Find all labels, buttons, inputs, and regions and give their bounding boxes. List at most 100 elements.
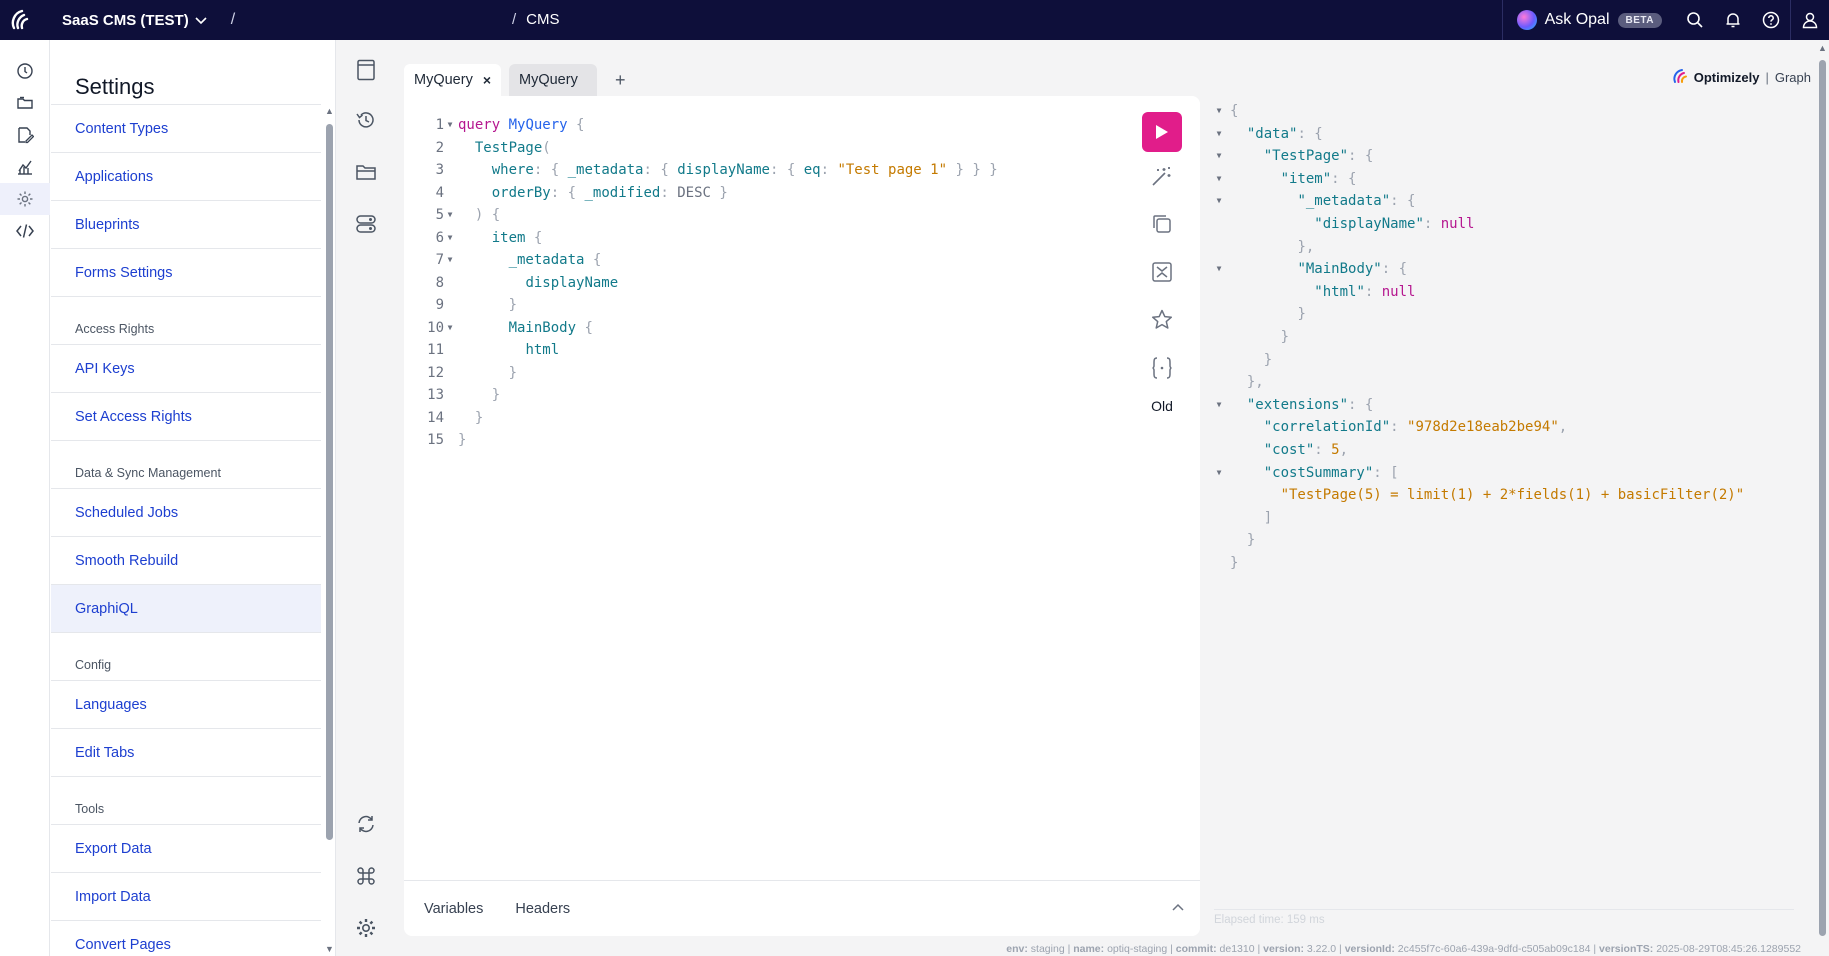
storage-toggle-icon[interactable] <box>352 210 380 238</box>
old-toggle[interactable]: Old <box>1138 398 1186 414</box>
fold-arrow-icon[interactable]: ▼ <box>444 204 456 227</box>
settings-item-graphiql[interactable]: GraphiQL <box>51 584 321 632</box>
settings-item-forms-settings[interactable]: Forms Settings <box>51 248 321 296</box>
fold-arrow-icon <box>444 137 456 160</box>
settings-nav: Content Types Applications Blueprints Forms… <box>51 104 321 956</box>
page-scrollbar[interactable]: ▲ <box>1815 40 1829 956</box>
fold-arrow-icon[interactable]: ▼ <box>1208 394 1230 417</box>
variables-brackets-icon[interactable] <box>1138 344 1186 392</box>
favorite-star-icon[interactable] <box>1138 296 1186 344</box>
collections-folder-icon[interactable] <box>352 158 380 186</box>
shortcuts-command-icon[interactable] <box>352 862 380 890</box>
close-tab-icon[interactable]: × <box>483 72 491 88</box>
fold-arrow-icon <box>1208 439 1230 462</box>
help-icon[interactable] <box>1752 0 1790 40</box>
scroll-thumb[interactable] <box>1819 60 1826 936</box>
settings-item-content-types[interactable]: Content Types <box>51 104 321 152</box>
settings-item-convert-pages[interactable]: Convert Pages <box>51 920 321 956</box>
history-icon[interactable] <box>352 106 380 134</box>
code-text: item { <box>491 229 543 246</box>
refetch-schema-icon[interactable] <box>352 810 380 838</box>
scroll-up-icon[interactable]: ▲ <box>1818 43 1827 53</box>
editor-toolbar: Old <box>1138 112 1186 414</box>
fold-arrow-icon[interactable]: ▼ <box>1208 462 1230 485</box>
fold-arrow-icon <box>1208 416 1230 439</box>
fold-arrow-icon[interactable]: ▼ <box>444 317 456 340</box>
headers-tab[interactable]: Headers <box>515 901 570 917</box>
env-label: env: <box>1006 943 1028 955</box>
fold-arrow-icon[interactable]: ▼ <box>444 227 456 250</box>
scroll-down-icon[interactable]: ▼ <box>325 944 334 954</box>
scroll-thumb[interactable] <box>326 124 333 840</box>
settings-gear-icon[interactable] <box>0 183 50 215</box>
query-code[interactable]: 1 ▼ query MyQuery {2 TestPage(3 where: { _… <box>404 114 998 452</box>
code-text: TestPage( <box>474 139 551 156</box>
settings-group-heading: Access Rights <box>51 296 321 344</box>
settings-scrollbar[interactable]: ▲ ▼ <box>323 104 335 956</box>
copy-query-icon[interactable] <box>1138 200 1186 248</box>
folder-icon[interactable] <box>0 87 50 119</box>
fold-arrow-icon[interactable]: ▼ <box>1208 100 1230 123</box>
code-line: 15} <box>404 429 998 452</box>
ask-opal-button[interactable]: Ask Opal BETA <box>1503 10 1676 30</box>
tab-myquery[interactable]: MyQuery <box>509 64 598 96</box>
beta-badge: BETA <box>1617 12 1662 28</box>
result-line: ] <box>1208 507 1744 530</box>
variables-tab[interactable]: Variables <box>424 901 483 917</box>
code-line: 9 } <box>404 294 998 317</box>
settings-item-smooth-rebuild[interactable]: Smooth Rebuild <box>51 536 321 584</box>
settings-item-scheduled-jobs[interactable]: Scheduled Jobs <box>51 488 321 536</box>
code-line: 12 } <box>404 362 998 385</box>
dashboard-icon[interactable] <box>0 55 50 87</box>
fold-arrow-icon[interactable]: ▼ <box>444 249 456 272</box>
result-line: "displayName": null <box>1208 213 1744 236</box>
settings-item-languages[interactable]: Languages <box>51 680 321 728</box>
fold-arrow-icon[interactable]: ▼ <box>1208 145 1230 168</box>
result-line: "cost": 5, <box>1208 439 1744 462</box>
optimizely-logo-icon[interactable] <box>0 0 40 40</box>
result-viewer[interactable]: ▼{▼ "data": {▼ "TestPage": {▼ "item": {▼… <box>1208 96 1808 886</box>
edit-document-icon[interactable] <box>0 119 50 151</box>
settings-item-export-data[interactable]: Export Data <box>51 824 321 872</box>
fold-arrow-icon[interactable]: ▼ <box>444 114 456 137</box>
settings-item-applications[interactable]: Applications <box>51 152 321 200</box>
chevron-up-icon[interactable] <box>1172 899 1184 915</box>
result-line: }, <box>1208 371 1744 394</box>
scroll-up-icon[interactable]: ▲ <box>325 106 334 116</box>
breadcrumb-cms[interactable]: CMS <box>526 11 559 28</box>
version-label: version: <box>1263 943 1304 955</box>
line-number: 15 <box>427 432 444 448</box>
code-text: ) { <box>474 207 501 223</box>
settings-item-set-access-rights[interactable]: Set Access Rights <box>51 392 321 440</box>
settings-item-import-data[interactable]: Import Data <box>51 872 321 920</box>
graphiql-settings-gear-icon[interactable] <box>352 914 380 942</box>
search-icon[interactable] <box>1676 0 1714 40</box>
code-icon[interactable] <box>0 215 50 247</box>
commit-value: de1310 <box>1219 943 1255 955</box>
user-icon[interactable] <box>1791 0 1829 40</box>
versionid-label: versionId: <box>1344 943 1395 955</box>
fold-arrow-icon[interactable]: ▼ <box>1208 123 1230 146</box>
fold-arrow-icon <box>1208 236 1230 259</box>
analytics-icon[interactable] <box>0 151 50 183</box>
fold-arrow-icon[interactable]: ▼ <box>1208 168 1230 191</box>
add-tab-button[interactable]: + <box>605 70 636 91</box>
query-editor[interactable]: 1 ▼ query MyQuery {2 TestPage(3 where: { _… <box>404 96 1200 936</box>
settings-item-api-keys[interactable]: API Keys <box>51 344 321 392</box>
code-line: 5 ▼ ) { <box>404 204 998 227</box>
prettify-magic-wand-icon[interactable] <box>1138 152 1186 200</box>
project-switcher[interactable]: SaaS CMS (TEST) <box>62 12 207 29</box>
fold-arrow-icon[interactable]: ▼ <box>1208 190 1230 213</box>
merge-fragments-icon[interactable] <box>1138 248 1186 296</box>
settings-group-heading: Config <box>51 632 321 680</box>
documentation-icon[interactable] <box>352 56 380 84</box>
fold-arrow-icon <box>444 159 456 182</box>
line-number: 11 <box>427 342 444 358</box>
bell-icon[interactable] <box>1714 0 1752 40</box>
settings-item-blueprints[interactable]: Blueprints <box>51 200 321 248</box>
execute-query-button[interactable] <box>1142 112 1182 152</box>
fold-arrow-icon <box>444 407 456 430</box>
tab-myquery-active[interactable]: MyQuery × <box>404 64 502 96</box>
fold-arrow-icon[interactable]: ▼ <box>1208 258 1230 281</box>
settings-item-edit-tabs[interactable]: Edit Tabs <box>51 728 321 776</box>
